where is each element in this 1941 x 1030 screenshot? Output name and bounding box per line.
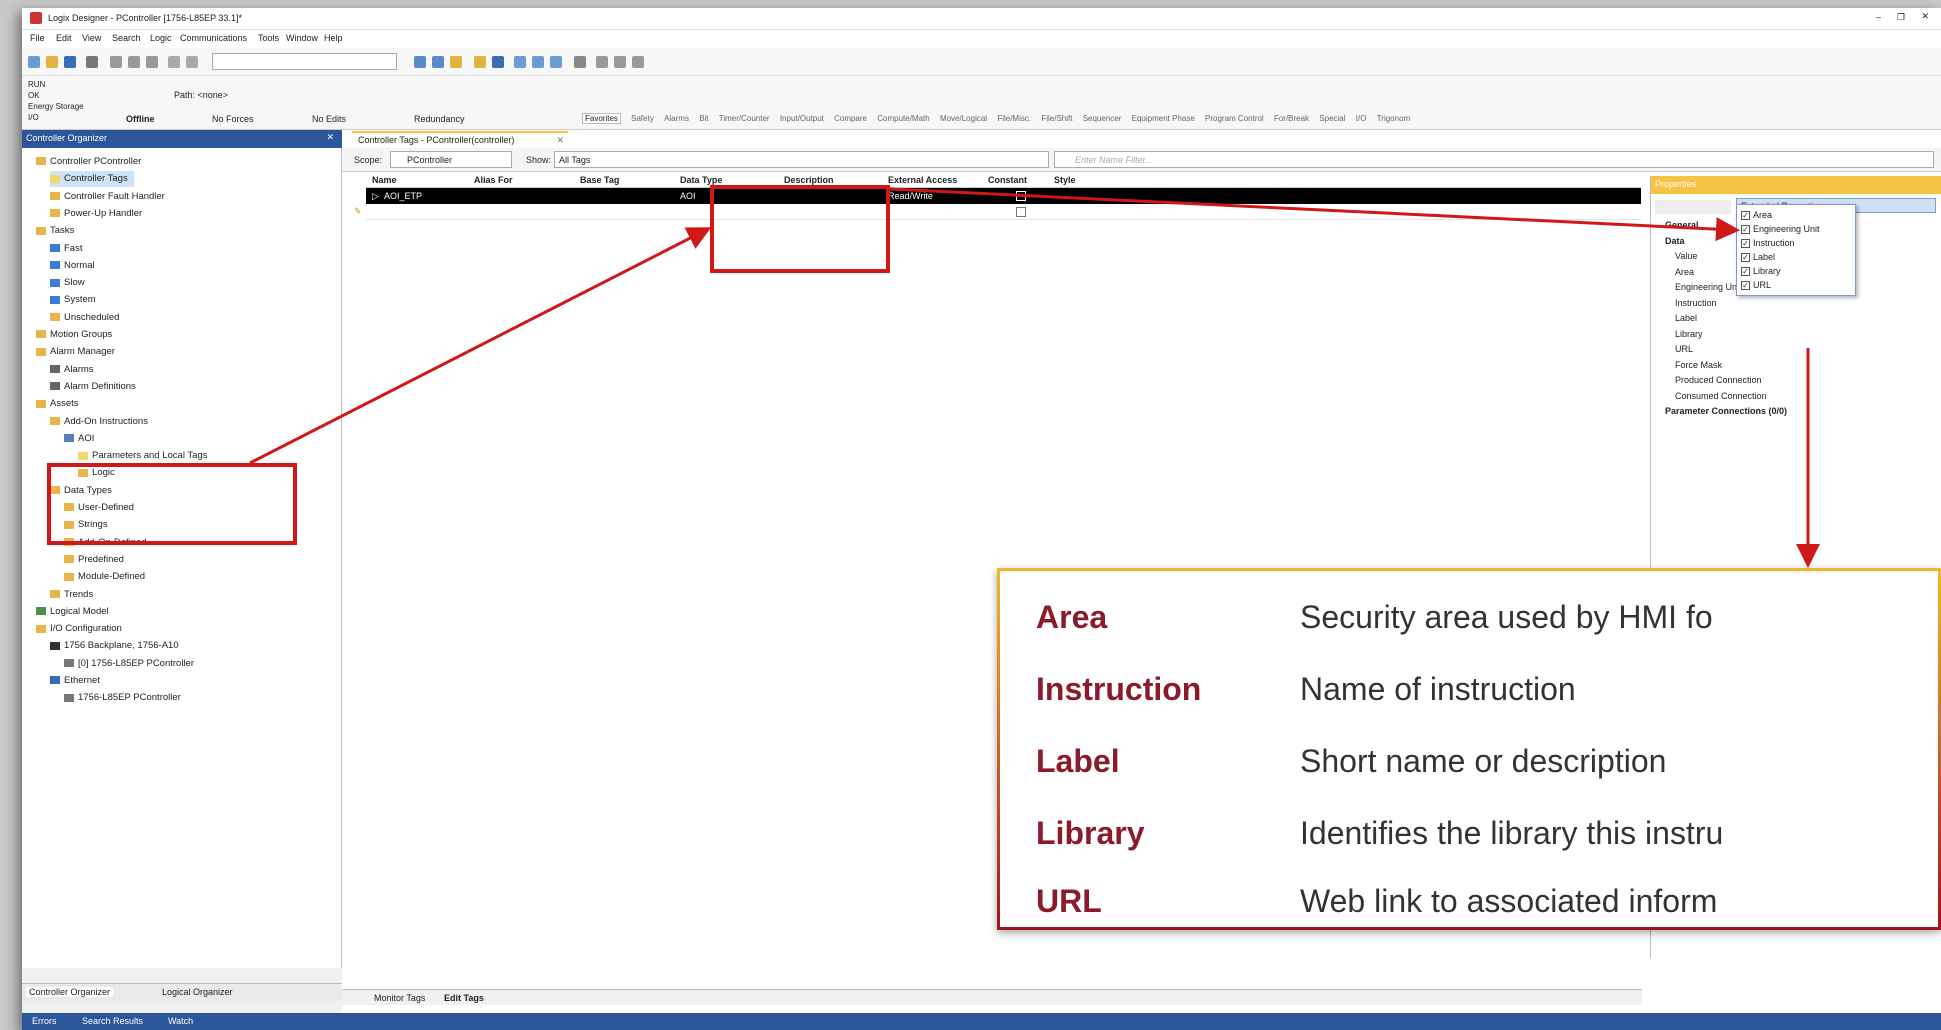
callout-desc-library: Identifies the library this instru	[1300, 815, 1724, 851]
callout-term-area: Area	[1036, 599, 1108, 635]
callout-desc-label: Short name or description	[1300, 743, 1667, 779]
callout-term-instruction: Instruction	[1036, 671, 1202, 707]
callout-term-library: Library	[1036, 815, 1145, 851]
callout-desc-url: Web link to associated inform	[1300, 883, 1718, 919]
arrow-datatype-to-filter	[889, 187, 1740, 242]
logix-designer-window: Logix Designer - PController [1756-L85EP…	[22, 8, 1941, 1030]
callout-term-url: URL	[1036, 883, 1102, 919]
callout-term-label: Label	[1036, 743, 1120, 779]
callout-desc-instruction: Name of instruction	[1300, 671, 1576, 707]
extended-properties-callout: Area Security area used by HMI fo Instru…	[997, 568, 1941, 930]
arrow-tree-to-datatype	[249, 227, 712, 465]
callout-desc-area: Security area used by HMI fo	[1300, 599, 1713, 635]
